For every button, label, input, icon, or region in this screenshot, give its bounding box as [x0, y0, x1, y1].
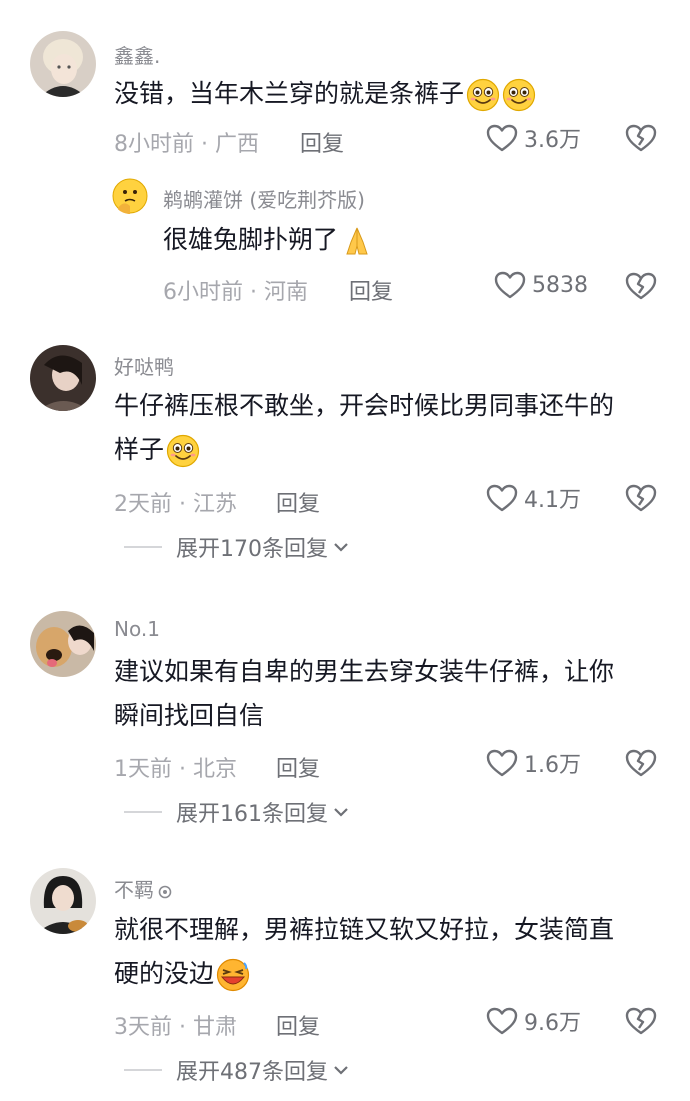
heart-outline-icon	[486, 123, 518, 153]
like-button[interactable]: 5838	[494, 270, 588, 300]
comment-text: 建议如果有自卑的男生去穿女装牛仔裤，让你 瞬间找回自信	[114, 650, 614, 738]
comment-text: 没错，当年木兰穿的就是条裤子	[114, 72, 536, 116]
username[interactable]: 鑫鑫.	[114, 40, 160, 69]
heart-outline-icon	[494, 270, 526, 300]
comment-text: 就很不理解，男裤拉链又软又好拉，女装简直 硬的没边	[114, 908, 614, 996]
reply-button[interactable]: 回复	[349, 274, 393, 306]
avatar[interactable]	[30, 611, 96, 677]
broken-heart-icon[interactable]	[625, 271, 657, 301]
expand-replies-label: 展开161条回复	[176, 802, 328, 827]
grin-emoji-icon	[166, 434, 200, 468]
expand-replies-label: 展开487条回复	[176, 1060, 328, 1085]
expand-replies-button[interactable]: 展开487条回复	[124, 1054, 350, 1086]
chevron-down-icon	[334, 1066, 348, 1075]
like-count: 9.6万	[524, 1011, 581, 1036]
comment-text-body: 很雄兔脚扑朔了	[163, 225, 339, 254]
comment-text-line: 建议如果有自卑的男生去穿女装牛仔裤，让你	[114, 657, 615, 686]
reply-button[interactable]: 回复	[276, 751, 320, 783]
broken-heart-icon[interactable]	[625, 1006, 657, 1036]
like-button[interactable]: 9.6万	[486, 1005, 581, 1037]
comment-meta: 8小时前 · 广西	[114, 132, 259, 157]
like-count: 4.1万	[524, 488, 581, 513]
avatar[interactable]	[30, 868, 96, 934]
heart-outline-icon	[486, 748, 518, 778]
comment-text: 牛仔裤压根不敢坐，开会时候比男同事还牛的 样子	[114, 384, 614, 472]
divider	[124, 811, 162, 813]
like-count: 3.6万	[524, 128, 581, 153]
username[interactable]: 不羁	[114, 874, 173, 903]
broken-heart-icon[interactable]	[625, 123, 657, 153]
divider	[124, 546, 162, 548]
expand-replies-button[interactable]: 展开170条回复	[124, 531, 350, 563]
username[interactable]: 好哒鸭	[114, 351, 174, 380]
comment-meta: 6小时前 · 河南	[163, 280, 308, 305]
grin-emoji-icon	[466, 78, 500, 112]
divider	[124, 1069, 162, 1071]
comment-text-body: 硬的没边	[114, 959, 215, 988]
avatar[interactable]	[30, 31, 96, 97]
like-button[interactable]: 1.6万	[486, 747, 581, 779]
username-text: 不羁	[114, 878, 154, 902]
comment-meta: 1天前 · 北京	[114, 757, 237, 782]
avatar[interactable]	[30, 345, 96, 411]
like-button[interactable]: 3.6万	[486, 122, 581, 154]
comment-text-line: 牛仔裤压根不敢坐，开会时候比男同事还牛的	[114, 391, 615, 420]
comment-text-body: 没错，当年木兰穿的就是条裤子	[114, 79, 465, 108]
broken-heart-icon[interactable]	[625, 748, 657, 778]
username[interactable]: No.1	[114, 617, 160, 641]
comment-text-body: 样子	[114, 435, 165, 464]
like-count: 1.6万	[524, 753, 581, 778]
heart-outline-icon	[486, 1006, 518, 1036]
laughing-emoji-icon	[216, 958, 250, 992]
comment-meta: 2天前 · 江苏	[114, 492, 237, 517]
chevron-down-icon	[334, 543, 348, 552]
comment-text-line: 样子	[114, 428, 614, 472]
badge-icon	[158, 885, 172, 898]
like-count: 5838	[532, 272, 588, 298]
comment-text-line: 硬的没边	[114, 952, 614, 996]
reply-button[interactable]: 回复	[276, 1009, 320, 1041]
comment-text-line: 瞬间找回自信	[114, 701, 265, 730]
expand-replies-label: 展开170条回复	[176, 537, 328, 562]
comment-text: 很雄兔脚扑朔了	[163, 218, 374, 262]
reply-button[interactable]: 回复	[276, 486, 320, 518]
reply-button[interactable]: 回复	[300, 126, 344, 158]
heart-outline-icon	[486, 483, 518, 513]
like-button[interactable]: 4.1万	[486, 482, 581, 514]
grin-emoji-icon	[502, 78, 536, 112]
expand-replies-button[interactable]: 展开161条回复	[124, 796, 350, 828]
comment-meta: 3天前 · 甘肃	[114, 1015, 237, 1040]
broken-heart-icon[interactable]	[625, 483, 657, 513]
chevron-down-icon	[334, 808, 348, 817]
username[interactable]: 鹈鹕灌饼 (爱吃荆芥版)	[163, 184, 365, 213]
pray-emoji-icon	[346, 227, 368, 255]
comment-text-line: 就很不理解，男裤拉链又软又好拉，女装简直	[114, 915, 615, 944]
avatar[interactable]	[112, 178, 148, 214]
